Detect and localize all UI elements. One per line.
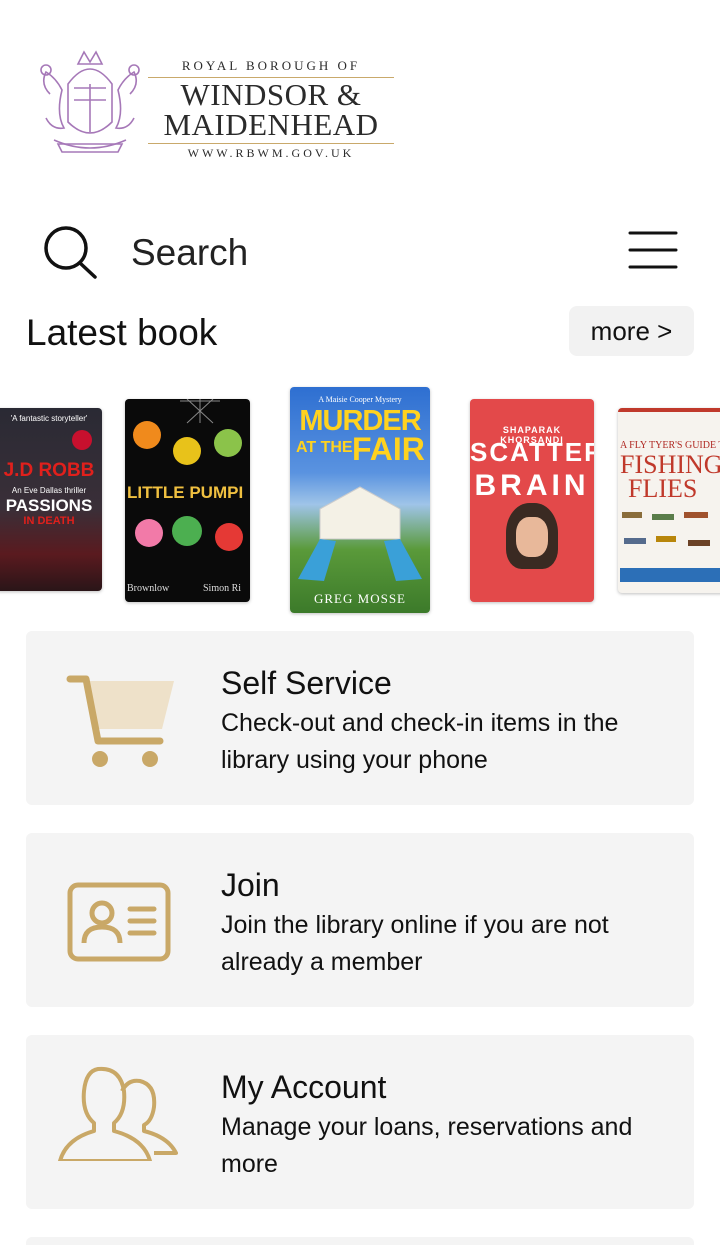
card-description: Check-out and check-in items in the libr…	[221, 709, 619, 774]
book-cover[interactable]: 'A fantastic storyteller' J.D ROBB An Ev…	[0, 408, 102, 591]
book-subtitle: An Eve Dallas thriller	[11, 486, 87, 495]
book-title-2: IN DEATH	[23, 515, 75, 527]
my-account-card[interactable]: My Account Manage your loans, reservatio…	[26, 1035, 694, 1209]
search-icon[interactable]	[40, 224, 100, 282]
author-face	[516, 517, 548, 557]
fair-tent-art	[298, 486, 422, 581]
card-title: Self Service	[221, 665, 392, 701]
royal-text: ROYAL BOROUGH OF	[181, 58, 361, 73]
book-author: J.D ROBB	[3, 460, 95, 481]
next-card-partial[interactable]	[26, 1237, 694, 1245]
card-description: Join the library online if you are not a…	[221, 911, 609, 976]
book-cover[interactable]: A FLY TYER'S GUIDE TO FISHING FLIES	[618, 408, 720, 593]
book-series: A Maisie Cooper Mystery	[318, 395, 402, 404]
website-text: WWW.RBWM.GOV.UK	[187, 146, 355, 160]
book-cover[interactable]: A Maisie Cooper Mystery MURDER AT THE FA…	[290, 387, 430, 613]
windsor-text: WINDSOR &	[180, 77, 362, 112]
book-cover[interactable]: SHAPARAK KHORSANDI SCATTER BRAIN	[470, 399, 594, 602]
book-title-2: AT THE	[296, 439, 353, 456]
id-card-icon	[67, 882, 171, 962]
book-title-2: BRAIN	[474, 469, 590, 502]
card-description: Manage your loans, reservations and more	[221, 1113, 633, 1178]
more-button[interactable]: more >	[569, 306, 694, 356]
book-title: PASSIONS	[5, 496, 93, 515]
shopping-cart-icon	[66, 675, 174, 767]
card-title: My Account	[221, 1069, 387, 1105]
book-title-3: FAIR	[352, 431, 425, 467]
hamburger-menu-icon[interactable]	[628, 226, 678, 272]
book-author: Brownlow	[127, 583, 170, 594]
book-author: GREG MOSSE	[314, 591, 406, 606]
users-icon	[58, 1066, 178, 1161]
book-carousel[interactable]: 'A fantastic storyteller' J.D ROBB An Ev…	[0, 385, 720, 620]
book-quote: 'A fantastic storyteller'	[10, 414, 88, 423]
borough-crest-icon	[40, 50, 140, 153]
book-title: LITTLE PUMPI	[127, 483, 244, 502]
self-service-card[interactable]: Self Service Check-out and check-in item…	[26, 631, 694, 805]
book-title: SCATTER	[470, 437, 594, 467]
book-cover[interactable]: LITTLE PUMPI Brownlow Simon Ri	[125, 399, 250, 602]
borough-logo: ROYAL BOROUGH OF WINDSOR & MAIDENHEAD WW…	[32, 44, 394, 162]
card-title: Join	[221, 867, 280, 903]
flies-art	[620, 512, 720, 582]
logo-rule-bottom	[148, 143, 394, 144]
latest-book-title: Latest book	[26, 312, 218, 353]
join-card[interactable]: Join Join the library online if you are …	[26, 833, 694, 1007]
book-title-3: FLIES	[628, 474, 698, 503]
search-label[interactable]: Search	[131, 232, 248, 274]
borough-name: ROYAL BOROUGH OF WINDSOR & MAIDENHEAD WW…	[148, 58, 394, 161]
maidenhead-text: MAIDENHEAD	[163, 107, 379, 142]
book-author-2: Simon Ri	[203, 583, 242, 594]
